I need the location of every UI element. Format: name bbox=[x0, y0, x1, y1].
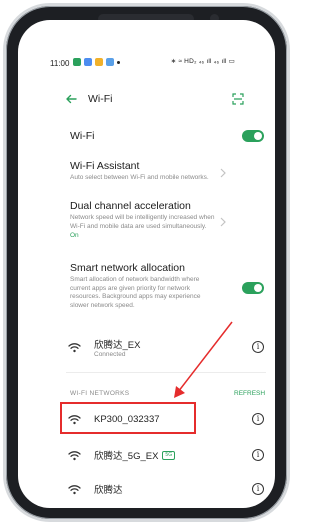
smart-allocation-description-line2: current apps are given priority for netw… bbox=[70, 284, 190, 292]
5g-badge: 5G bbox=[162, 450, 176, 460]
connected-network-text: 欣腾达_EX Connected bbox=[94, 337, 140, 358]
network-info-icon[interactable]: i bbox=[252, 483, 264, 495]
network-info-icon[interactable]: i bbox=[252, 341, 264, 353]
network-list-item[interactable]: 欣腾达 i bbox=[68, 478, 268, 500]
status-notification-icons bbox=[73, 58, 120, 66]
chevron-right-icon bbox=[220, 168, 226, 178]
connected-network-name: 欣腾达_EX bbox=[94, 339, 141, 351]
wifi-assistant-description: Auto select between Wi-Fi and mobile net… bbox=[70, 174, 209, 181]
wifi-toggle[interactable] bbox=[242, 130, 264, 142]
smart-allocation-description-line4: slower network speed. bbox=[70, 301, 135, 309]
smart-allocation-row: Smart network allocation Smart allocatio… bbox=[70, 262, 270, 310]
wifi-assistant-row[interactable]: Wi-Fi Assistant Auto select between Wi-F… bbox=[70, 160, 270, 183]
notification-app-icon bbox=[95, 58, 103, 66]
wifi-label: Wi-Fi bbox=[70, 130, 95, 142]
back-arrow-icon[interactable] bbox=[64, 92, 78, 106]
scan-qr-icon[interactable] bbox=[231, 92, 245, 106]
status-bar: 11:00 ∗ ≈ HD₂ ₄₆ ıll ₄₆ ıll ▭ bbox=[18, 54, 275, 72]
dual-channel-row[interactable]: Dual channel acceleration Network speed … bbox=[70, 200, 270, 239]
smart-allocation-toggle[interactable] bbox=[242, 282, 264, 294]
annotation-arrow-icon bbox=[174, 321, 233, 398]
smart-allocation-description-line3: resources. Background apps may experienc… bbox=[70, 293, 201, 300]
notification-app-icon bbox=[84, 58, 92, 66]
network-list-item[interactable]: 欣腾达_5G_EX 5G i bbox=[68, 444, 268, 466]
chevron-right-icon bbox=[220, 217, 226, 227]
smart-allocation-description-line1: Smart allocation of network bandwidth wh… bbox=[70, 276, 200, 283]
notification-app-icon bbox=[106, 58, 114, 66]
status-time: 11:00 bbox=[50, 58, 70, 68]
more-notifications-dot bbox=[117, 60, 120, 64]
status-right-icons: ∗ ≈ HD₂ ₄₆ ıll ₄₆ ıll ▭ bbox=[170, 58, 235, 65]
network-info-icon[interactable]: i bbox=[252, 449, 264, 461]
connected-network-status: Connected bbox=[94, 350, 126, 358]
dual-channel-state: On bbox=[70, 232, 79, 239]
phone-frame: 11:00 ∗ ≈ HD₂ ₄₆ ıll ₄₆ ıll ▭ Wi-Fi Wi-F… bbox=[6, 6, 287, 519]
annotation-highlight-box bbox=[60, 402, 196, 434]
network-name: 欣腾达_5G_EX bbox=[94, 451, 159, 462]
notification-app-icon bbox=[73, 58, 81, 66]
wifi-networks-section-title: WI-FI NETWORKS bbox=[70, 390, 130, 397]
network-info-icon[interactable]: i bbox=[252, 413, 264, 425]
network-name: 欣腾达 bbox=[94, 485, 123, 496]
wifi-signal-icon bbox=[68, 450, 81, 460]
dual-channel-label: Dual channel acceleration bbox=[70, 200, 191, 212]
wifi-assistant-label: Wi-Fi Assistant bbox=[70, 160, 140, 172]
app-header: Wi-Fi bbox=[18, 92, 275, 110]
wifi-signal-icon bbox=[68, 484, 81, 494]
refresh-button[interactable]: REFRESH bbox=[234, 390, 265, 397]
dual-channel-description-line2: Wi-Fi and mobile data are used simultane… bbox=[70, 222, 207, 230]
dual-channel-description-line1: Network speed will be intelligently incr… bbox=[70, 214, 215, 221]
screen: 11:00 ∗ ≈ HD₂ ₄₆ ıll ₄₆ ıll ▭ Wi-Fi Wi-F… bbox=[18, 20, 275, 508]
smart-allocation-label: Smart network allocation bbox=[70, 262, 185, 274]
wifi-toggle-row: Wi-Fi bbox=[70, 130, 270, 142]
page-title: Wi-Fi bbox=[88, 93, 113, 105]
wifi-signal-icon bbox=[68, 342, 81, 352]
